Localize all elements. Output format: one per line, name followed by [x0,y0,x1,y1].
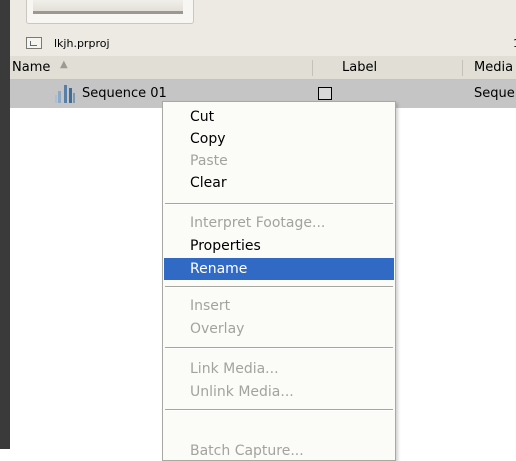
item-name[interactable]: Sequence 01 [82,86,167,101]
column-header-media-type[interactable]: Media [474,60,513,75]
preview-area [10,0,516,32]
menu-item-unlink-media[interactable]: Unlink Media... [164,381,394,403]
menu-item-properties[interactable]: Properties [164,235,394,257]
menu-item-paste[interactable]: Paste [164,150,394,172]
menu-separator [165,409,393,411]
sort-ascending-icon: ▲ [60,59,68,70]
menu-item-cut[interactable]: Cut [164,106,394,128]
project-panel: lkjh.prproj 1 I Name ▲ Label Media Seque… [0,0,516,461]
column-header-name[interactable]: Name [10,60,50,75]
menu-item-batch-capture[interactable]: Batch Capture... [164,440,394,460]
sequence-icon [55,85,75,103]
menu-item-insert[interactable]: Insert [164,295,394,317]
preview-thumbnail-frame [26,0,194,24]
menu-item-overlay[interactable]: Overlay [164,318,394,340]
context-menu: Cut Copy Paste Clear Interpret Footage..… [162,101,396,461]
menu-item-interpret-footage[interactable]: Interpret Footage... [164,212,394,234]
item-media-type: Seque [474,86,515,101]
preview-thumbnail [33,0,183,14]
menu-separator [165,203,393,205]
column-divider[interactable] [462,60,463,76]
menu-separator [165,347,393,349]
menu-item-copy[interactable]: Copy [164,128,394,150]
menu-item-rename[interactable]: Rename [164,258,394,280]
column-header-label[interactable]: Label [342,60,377,75]
menu-item-clear[interactable]: Clear [164,172,394,194]
column-header-row: Name ▲ Label Media [10,56,516,80]
bin-up-arrow-icon[interactable] [26,37,42,49]
bin-path-bar: lkjh.prproj 1 I [10,32,516,56]
panel-left-edge [0,0,10,449]
label-color-swatch[interactable] [318,87,332,100]
menu-separator [165,286,393,288]
column-divider[interactable] [312,60,313,76]
menu-item-link-media[interactable]: Link Media... [164,358,394,380]
project-file-name: lkjh.prproj [54,37,110,50]
